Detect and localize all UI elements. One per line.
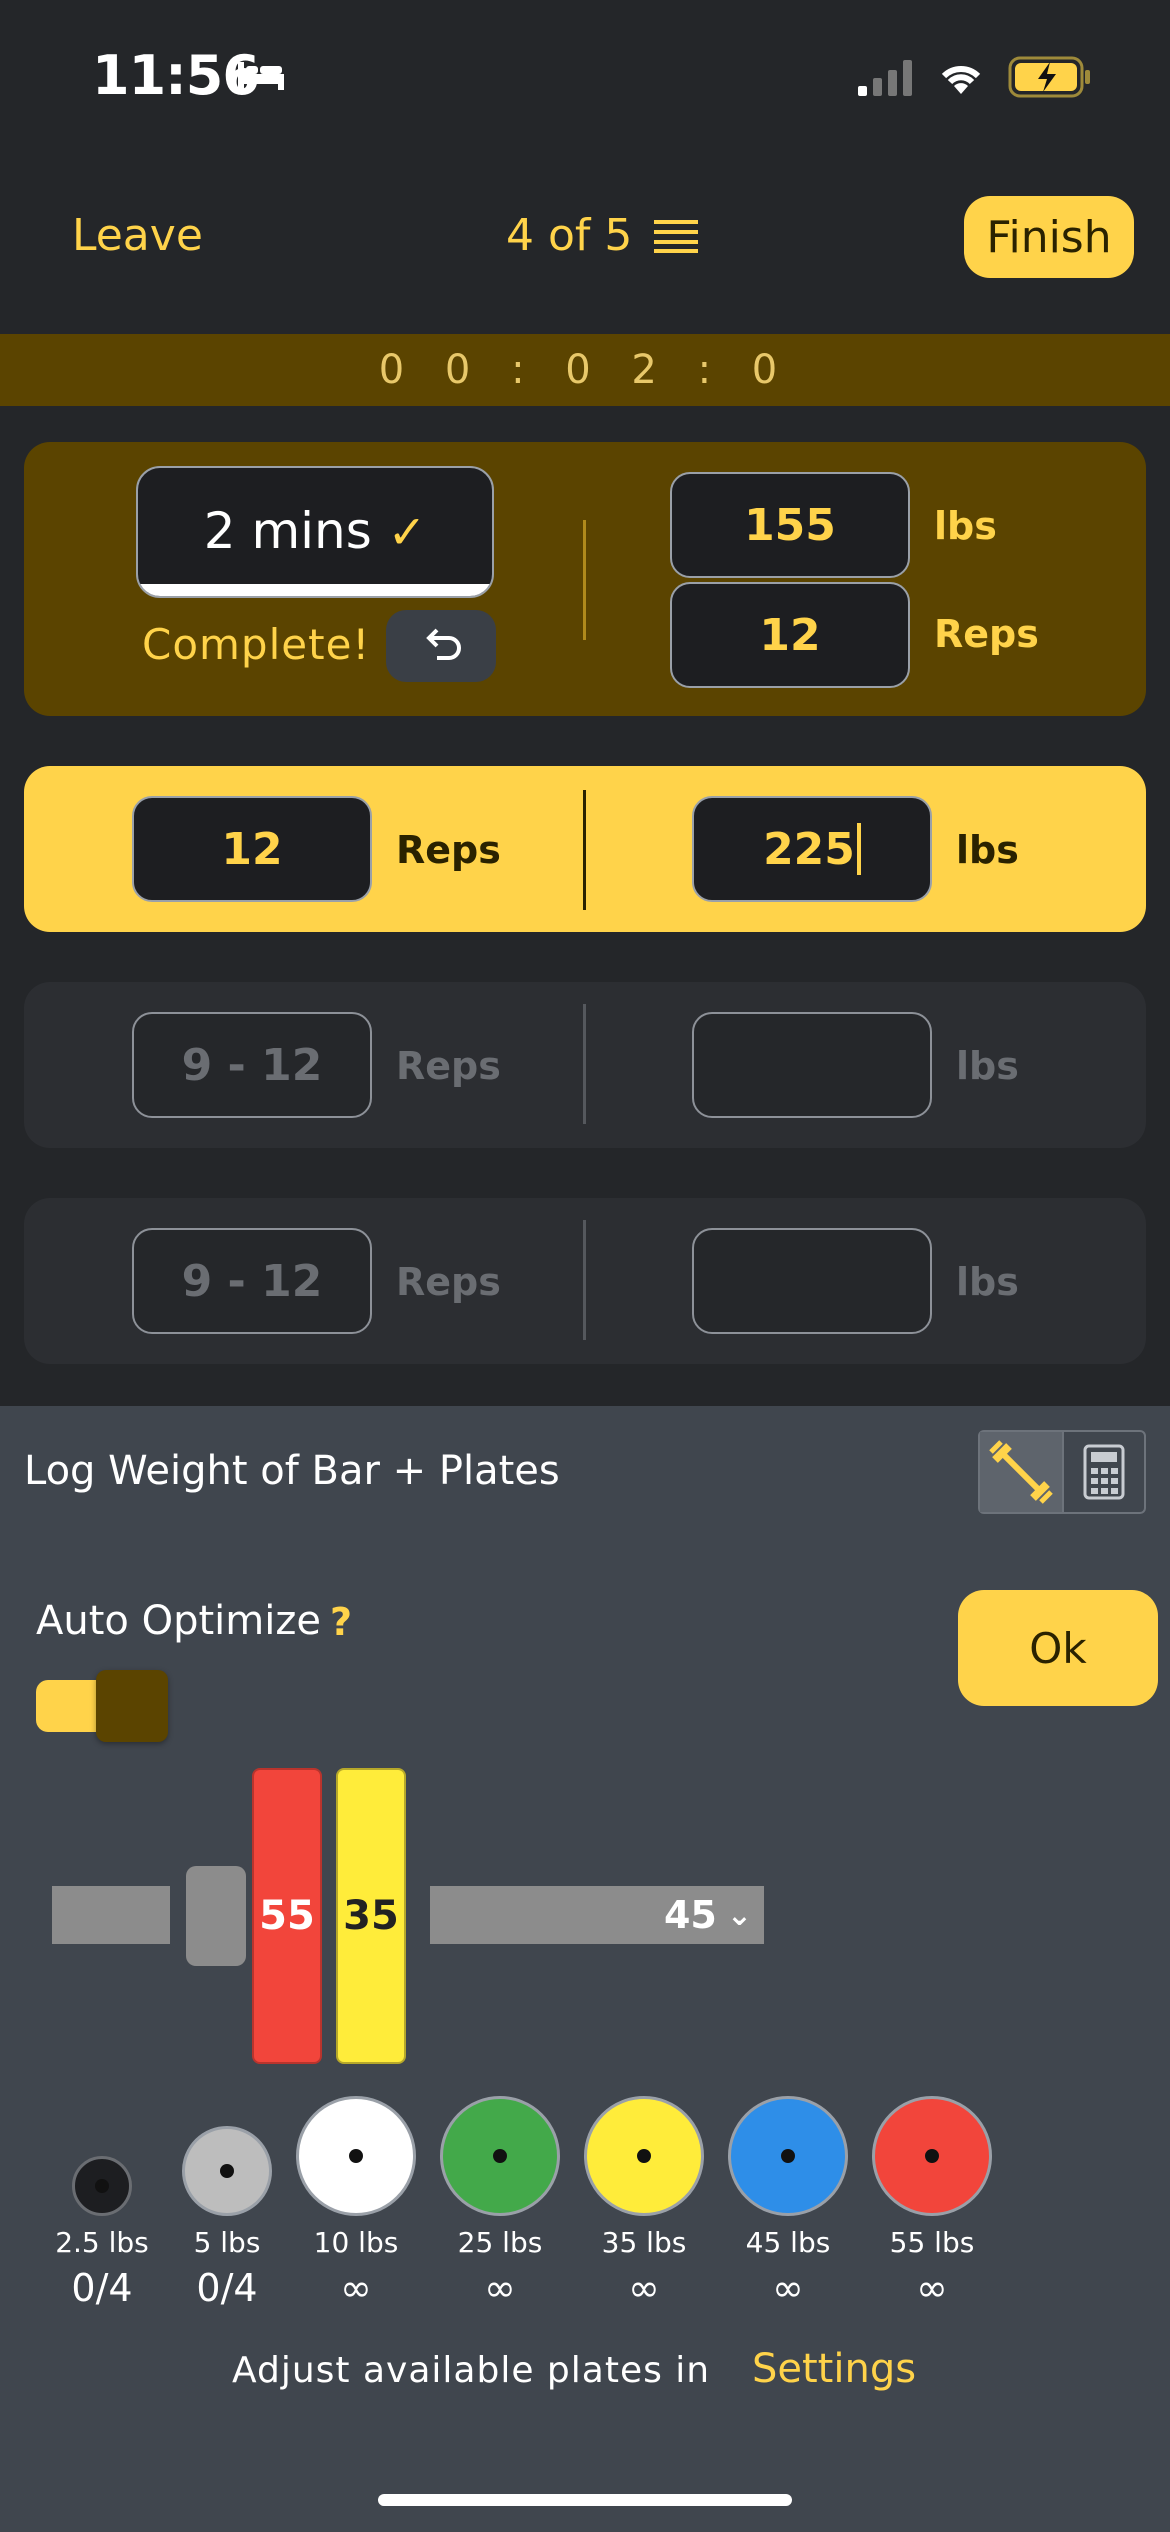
plate-hole xyxy=(95,2179,109,2193)
reps-unit-label: Reps xyxy=(396,828,501,872)
set-divider xyxy=(583,520,586,640)
plate-count-label: ∞ xyxy=(916,2266,948,2310)
set-progress-label[interactable]: 4 of 5 xyxy=(506,210,632,261)
list-icon[interactable] xyxy=(654,218,698,254)
settings-hint: Adjust available plates in xyxy=(232,2350,711,2391)
plate-10-button[interactable] xyxy=(296,2096,416,2216)
sleep-focus-icon xyxy=(238,62,284,90)
plate-hole xyxy=(493,2149,507,2163)
complete-label: Complete! xyxy=(142,620,371,669)
plate-weight-label: 35 lbs xyxy=(601,2226,687,2259)
set-divider xyxy=(583,1220,586,1340)
loaded-plate-35[interactable]: 35 xyxy=(336,1768,406,2064)
plate-count-label: 0/4 xyxy=(196,2266,258,2310)
reps-unit-label: Reps xyxy=(934,612,1039,656)
calculator-mode-button[interactable] xyxy=(1061,1432,1144,1512)
plate-55-button[interactable] xyxy=(872,2096,992,2216)
bar-weight-select[interactable]: 45 ⌄ xyxy=(430,1886,764,1944)
weight-unit-label: lbs xyxy=(934,504,997,548)
calculator-icon xyxy=(1083,1444,1125,1500)
undo-icon xyxy=(426,628,461,660)
finish-button[interactable]: Finish xyxy=(964,196,1134,278)
plate-count-label: ∞ xyxy=(340,2266,372,2310)
wifi-icon xyxy=(941,65,981,94)
plate-weight-label: 2.5 lbs xyxy=(55,2226,149,2259)
chevron-down-icon: ⌄ xyxy=(726,1897,752,1933)
auto-optimize-label: Auto Optimize xyxy=(36,1598,321,1644)
plate-25-button[interactable] xyxy=(440,2096,560,2216)
reps-field[interactable]: 9 - 12 xyxy=(132,1012,372,1118)
plate-5-button[interactable] xyxy=(182,2126,272,2216)
plate-hole xyxy=(220,2164,234,2178)
barbell-mode-button[interactable] xyxy=(980,1432,1062,1512)
plate-count-label: ∞ xyxy=(628,2266,660,2310)
toggle-knob[interactable] xyxy=(96,1670,168,1742)
undo-button[interactable] xyxy=(386,610,496,682)
loaded-plate-55[interactable]: 55 xyxy=(252,1768,322,2064)
settings-link[interactable]: Settings xyxy=(752,2346,916,2392)
plate-35-button[interactable] xyxy=(584,2096,704,2216)
leave-button[interactable]: Leave xyxy=(72,210,203,261)
workout-timer: 0 0 : 0 2 : 0 xyxy=(378,347,792,393)
set-divider xyxy=(583,790,586,910)
rest-duration: 2 mins xyxy=(203,502,372,560)
plate-hole xyxy=(637,2149,651,2163)
plate-45-button[interactable] xyxy=(728,2096,848,2216)
barbell-collar xyxy=(186,1866,246,1966)
barbell-sleeve xyxy=(52,1886,170,1944)
plate-weight-label: 55 lbs xyxy=(889,2226,975,2259)
home-indicator[interactable] xyxy=(378,2494,792,2506)
help-icon[interactable]: ? xyxy=(330,1600,352,1644)
weight-unit-label: lbs xyxy=(956,1044,1019,1088)
cellular-signal-icon xyxy=(858,60,912,96)
set-divider xyxy=(583,1004,586,1124)
reps-field[interactable]: 12 xyxy=(132,796,372,902)
plate-count-label: 0/4 xyxy=(71,2266,133,2310)
reps-field[interactable]: 12 xyxy=(670,582,910,688)
text-cursor xyxy=(856,823,861,875)
plate-hole xyxy=(925,2149,939,2163)
plate-weight-label: 10 lbs xyxy=(313,2226,399,2259)
status-time: 11:56 xyxy=(92,44,260,107)
weight-unit-label: lbs xyxy=(956,828,1019,872)
weight-field[interactable] xyxy=(692,1228,932,1334)
reps-field[interactable]: 9 - 12 xyxy=(132,1228,372,1334)
ok-button[interactable]: Ok xyxy=(958,1590,1158,1706)
reps-unit-label: Reps xyxy=(396,1260,501,1304)
plate-weight-label: 25 lbs xyxy=(457,2226,543,2259)
plate-2-5-button[interactable] xyxy=(72,2156,132,2216)
plate-hole xyxy=(349,2149,363,2163)
plate-hole xyxy=(781,2149,795,2163)
rest-timer-button[interactable]: 2 mins ✓ xyxy=(136,466,494,598)
weight-value: 225 xyxy=(763,823,855,875)
battery-charging-icon xyxy=(1008,56,1090,98)
panel-title: Log Weight of Bar + Plates xyxy=(24,1448,560,1494)
weight-unit-label: lbs xyxy=(956,1260,1019,1304)
weight-field[interactable] xyxy=(692,1012,932,1118)
plate-count-label: ∞ xyxy=(484,2266,516,2310)
barbell-icon xyxy=(989,1440,1053,1504)
reps-unit-label: Reps xyxy=(396,1044,501,1088)
weight-field[interactable]: 225 xyxy=(692,796,932,902)
plate-weight-label: 5 lbs xyxy=(193,2226,261,2259)
weight-field[interactable]: 155 xyxy=(670,472,910,578)
plate-weight-label: 45 lbs xyxy=(745,2226,831,2259)
bar-weight-value: 45 xyxy=(663,1893,717,1937)
plate-count-label: ∞ xyxy=(772,2266,804,2310)
check-icon: ✓ xyxy=(387,505,427,559)
mode-segmented-control xyxy=(978,1430,1146,1514)
